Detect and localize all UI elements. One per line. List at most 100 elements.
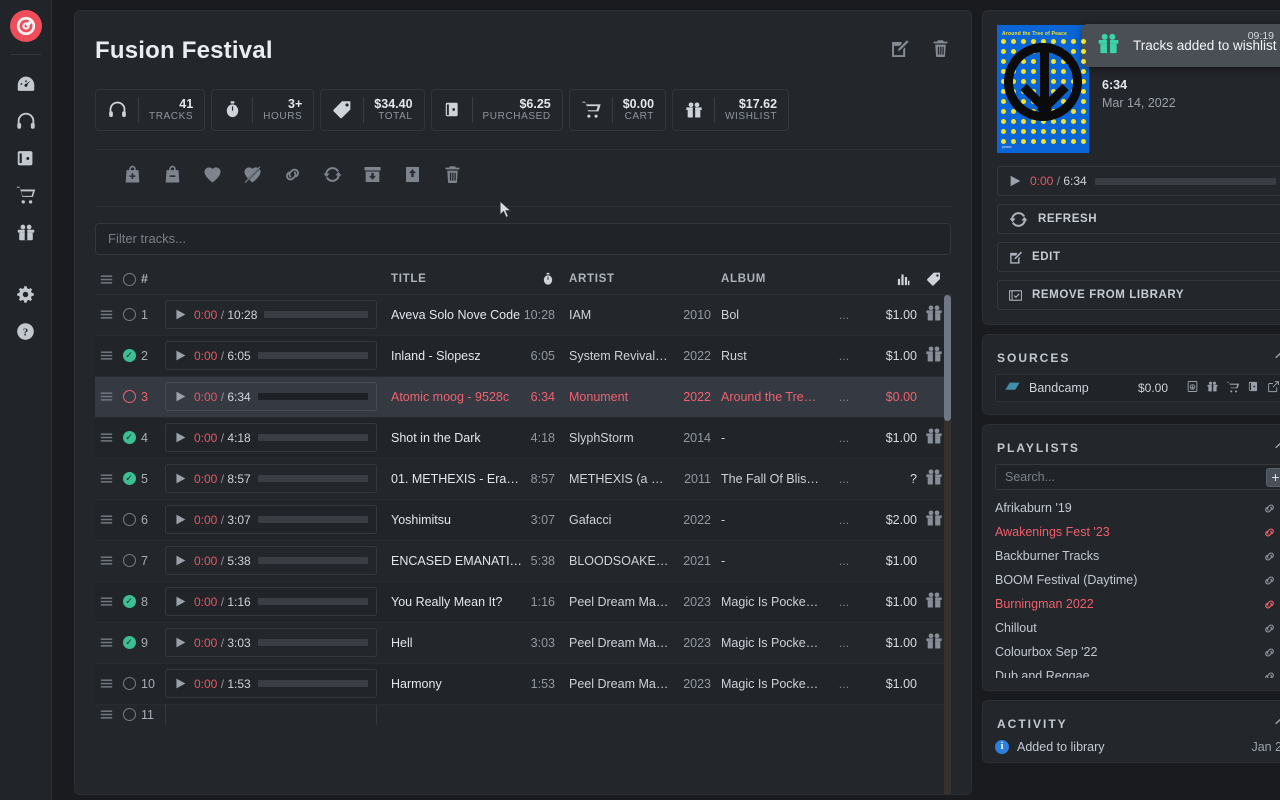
row-album[interactable]: -	[721, 513, 829, 527]
table-row[interactable]: 11	[95, 704, 951, 725]
table-row[interactable]: ✓ 2 0:00 / 6:05 Inland - Slopesz 6:05 Sy…	[95, 335, 951, 377]
now-playing-player[interactable]: 0:00 / 6:34	[997, 166, 1280, 196]
chevron-up-icon[interactable]	[1273, 349, 1280, 366]
row-album[interactable]: Magic Is Pocke…	[721, 677, 829, 691]
chevron-up-icon[interactable]	[1273, 439, 1280, 456]
remove-from-cart-button[interactable]	[159, 164, 185, 190]
row-drag-handle[interactable]	[95, 472, 117, 485]
copy-link-button[interactable]	[279, 164, 305, 190]
filter-input[interactable]	[95, 222, 951, 255]
inline-player[interactable]: 0:00 / 8:57	[165, 464, 377, 494]
link-icon[interactable]	[1262, 573, 1277, 588]
track-scrollbar[interactable]	[944, 294, 951, 794]
refresh-button[interactable]	[319, 164, 345, 190]
progress-bar[interactable]	[257, 680, 368, 688]
link-icon[interactable]	[1262, 501, 1277, 516]
row-drag-handle[interactable]	[95, 431, 117, 444]
inline-player[interactable]: 0:00 / 1:16	[165, 587, 377, 617]
sidebar-item-help[interactable]: ?	[7, 313, 45, 350]
row-album[interactable]: -	[721, 554, 829, 568]
header-popularity[interactable]	[859, 272, 917, 287]
inline-player[interactable]: 0:00 / 10:28	[165, 300, 377, 330]
row-checkbox[interactable]: ✓	[122, 595, 136, 609]
row-checkbox[interactable]	[122, 554, 136, 568]
row-select[interactable]: ✓	[117, 349, 141, 363]
stat-cart[interactable]: $0.00 CART	[568, 89, 667, 131]
inline-player[interactable]: 0:00 / 5:38	[165, 546, 377, 576]
row-select[interactable]: ✓	[117, 636, 141, 650]
sidebar-item-settings[interactable]	[7, 276, 45, 313]
playlist-item[interactable]: BOOM Festival (Daytime)	[995, 568, 1280, 592]
delete-playlist-button[interactable]	[930, 38, 951, 64]
gift-icon[interactable]	[924, 303, 944, 326]
link-icon[interactable]	[1262, 621, 1277, 636]
row-drag-handle[interactable]	[95, 554, 117, 567]
export-button[interactable]	[399, 164, 425, 190]
gift-icon[interactable]	[924, 508, 944, 531]
album-art[interactable]: Around the Tree of Peace peace	[997, 25, 1089, 153]
row-artist[interactable]: Peel Dream Ma…	[569, 636, 675, 650]
row-album[interactable]: Rust	[721, 349, 829, 363]
inline-player[interactable]: 0:00 / 4:18	[165, 423, 377, 453]
header-artist[interactable]: ARTIST	[569, 273, 675, 285]
row-artist[interactable]: Peel Dream Ma…	[569, 595, 675, 609]
link-icon[interactable]	[1262, 645, 1277, 660]
add-playlist-button[interactable]: +	[1266, 467, 1280, 487]
inline-player[interactable]: 0:00 / 1:53	[165, 669, 377, 699]
remove-from-library-button[interactable]: REMOVE FROM LIBRARY	[997, 280, 1280, 310]
row-artist[interactable]: SlyphStorm	[569, 431, 675, 445]
inline-player[interactable]: 0:00 / 3:07	[165, 505, 377, 535]
row-title[interactable]: Shot in the Dark	[391, 431, 523, 445]
progress-bar[interactable]	[264, 311, 368, 319]
header-duration[interactable]	[523, 272, 569, 286]
wallet-icon[interactable]	[1247, 380, 1260, 397]
playlist-item[interactable]: Backburner Tracks	[995, 544, 1280, 568]
gift-icon[interactable]	[924, 590, 944, 613]
table-row[interactable]: 1 0:00 / 10:28 Aveva Solo Nove Code 10:2…	[95, 295, 951, 336]
play-button[interactable]	[174, 513, 187, 526]
row-artist[interactable]: Monument	[569, 390, 675, 404]
row-checkbox[interactable]: ✓	[122, 636, 136, 650]
row-more[interactable]: ...	[829, 595, 859, 609]
row-artist[interactable]: METHEXIS (a …	[569, 472, 675, 486]
row-more[interactable]: ...	[829, 513, 859, 527]
remove-from-wishlist-button[interactable]	[239, 164, 265, 190]
gift-icon[interactable]	[1206, 380, 1219, 397]
row-select[interactable]: ✓	[117, 595, 141, 609]
row-more[interactable]: ...	[829, 472, 859, 486]
row-select[interactable]: ✓	[117, 472, 141, 486]
stat-wishlist[interactable]: $17.62 WISHLIST	[672, 89, 790, 131]
playlist-item[interactable]: Colourbox Sep '22	[995, 640, 1280, 664]
header-price[interactable]	[917, 271, 951, 287]
edit-button[interactable]: EDIT	[997, 242, 1280, 272]
row-title[interactable]: Harmony	[391, 677, 523, 691]
row-artist[interactable]: System Revival…	[569, 349, 675, 363]
toast-notification[interactable]: Tracks added to wishlist 09:19 •••	[1082, 24, 1280, 67]
link-icon[interactable]	[1262, 549, 1277, 564]
row-title[interactable]: Hell	[391, 636, 523, 650]
row-select[interactable]	[117, 390, 141, 404]
row-artist[interactable]: BLOODSOAKE…	[569, 554, 675, 568]
add-to-wishlist-button[interactable]	[199, 164, 225, 190]
row-title[interactable]: Atomic moog - 9528c	[391, 390, 523, 404]
progress-bar[interactable]	[257, 475, 368, 483]
table-row[interactable]: 3 0:00 / 6:34 Atomic moog - 9528c 6:34 M…	[95, 376, 951, 418]
row-more[interactable]: ...	[829, 636, 859, 650]
link-icon[interactable]	[1262, 525, 1277, 540]
row-checkbox[interactable]: ✓	[122, 349, 136, 363]
play-button[interactable]	[174, 349, 187, 362]
row-artist[interactable]: IAM	[569, 308, 675, 322]
gift-icon[interactable]	[924, 344, 944, 367]
table-row[interactable]: 6 0:00 / 3:07 Yoshimitsu 3:07 Gafacci 20…	[95, 499, 951, 541]
row-checkbox[interactable]	[122, 708, 136, 722]
progress-bar[interactable]	[257, 434, 368, 442]
row-drag-handle[interactable]	[95, 513, 117, 526]
table-row[interactable]: 10 0:00 / 1:53 Harmony 1:53 Peel Dream M…	[95, 663, 951, 705]
row-more[interactable]: ...	[829, 308, 859, 322]
row-checkbox[interactable]: ✓	[122, 431, 136, 445]
row-checkbox[interactable]: ✓	[122, 472, 136, 486]
row-album[interactable]: The Fall Of Blis…	[721, 472, 829, 486]
activity-header[interactable]: ACTIVITY	[995, 713, 1280, 740]
link-icon[interactable]	[1262, 597, 1277, 612]
inline-player[interactable]: 0:00 / 3:03	[165, 628, 377, 658]
